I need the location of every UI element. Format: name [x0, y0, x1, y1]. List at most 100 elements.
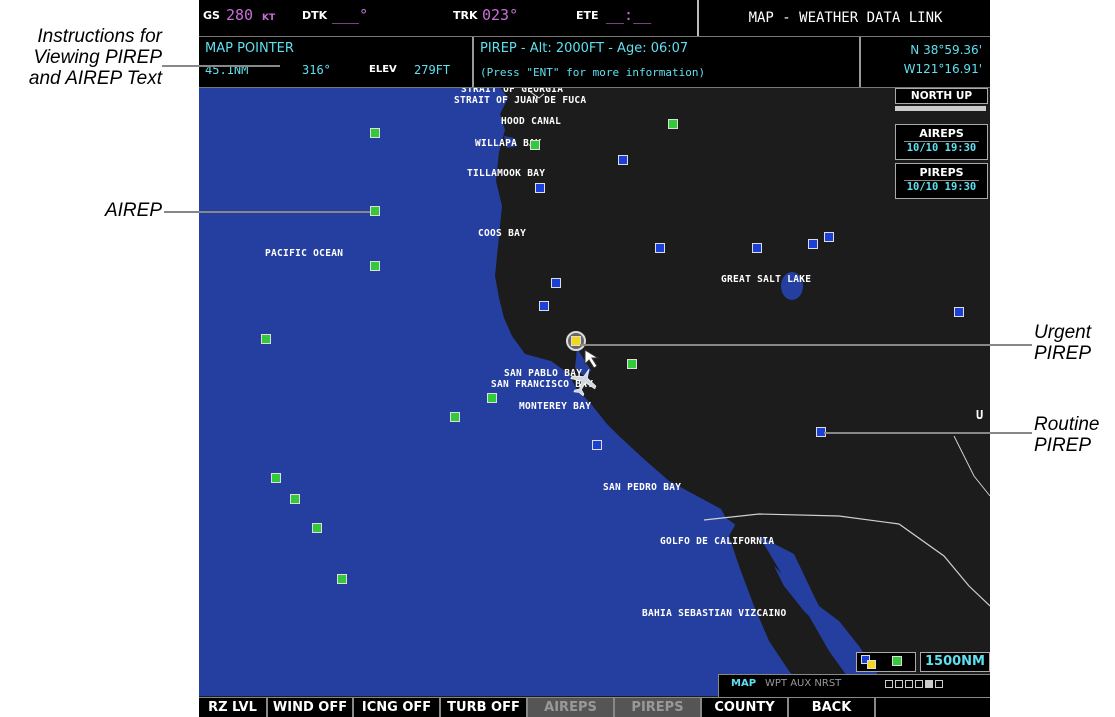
map-pointer-title: MAP POINTER [205, 41, 294, 56]
dtk-value: ___° [332, 6, 369, 24]
elev-label: ELEV [369, 64, 397, 75]
callout-routine-pirep: Routine PIREP [1034, 414, 1100, 456]
orientation-indicator: NORTH UP [895, 88, 988, 104]
map-range[interactable]: 1500NM [920, 652, 990, 672]
pirep-info-cell: PIREP - Alt: 2000FT - Age: 06:07 (Press … [474, 37, 861, 87]
softkey-county[interactable]: COUNTY [702, 698, 789, 717]
pireps-panel: PIREPS 10/10 19:30 [895, 163, 988, 199]
map-label-golfo-california: GOLFO DE CALIFORNIA [660, 536, 775, 547]
softkey-icing[interactable]: ICNG OFF [354, 698, 441, 717]
callout-urgent-line1: Urgent [1034, 322, 1092, 343]
callout-urgent-pirep: Urgent PIREP [1034, 322, 1091, 364]
callout-line-instructions [162, 65, 280, 67]
softkey-back[interactable]: BACK [789, 698, 876, 717]
airep-symbol[interactable] [290, 494, 300, 504]
softkey-pireps[interactable]: PIREPS [615, 698, 702, 717]
routine-pirep-symbol[interactable] [592, 440, 602, 450]
mfd-display: STRAIT OF GEORGIA STRAIT OF JUAN DE FUCA… [199, 0, 990, 717]
pirep-instructions: (Press "ENT" for more information) [480, 66, 706, 79]
dtk-label: DTK [302, 9, 328, 22]
map-label-hood-canal: HOOD CANAL [501, 116, 562, 127]
pireps-panel-time: 10/10 19:30 [904, 180, 979, 193]
aireps-panel: AIREPS 10/10 19:30 [895, 124, 988, 160]
routine-pirep-symbol[interactable] [954, 307, 964, 317]
map-pointer-cell: MAP POINTER 45.1NM 316° ELEV 279FT [199, 37, 474, 87]
airep-symbol[interactable] [370, 261, 380, 271]
aireps-panel-label: AIREPS [919, 127, 964, 140]
softkey-rz-lvl[interactable]: RZ LVL [199, 698, 268, 717]
callout-instructions-line1: Instructions for [37, 26, 162, 47]
map-pointer-info-bar: MAP POINTER 45.1NM 316° ELEV 279FT PIREP… [199, 36, 990, 88]
softkey-bar: RZ LVL WIND OFF ICNG OFF TURB OFF AIREPS… [199, 697, 990, 717]
map-label-edge: U [976, 408, 984, 422]
ete-value: __:__ [606, 6, 652, 24]
aireps-panel-time: 10/10 19:30 [904, 141, 979, 154]
map-label-bahia-sebastian: BAHIA SEBASTIAN VIZCAINO [642, 608, 787, 619]
callout-line-routine [824, 432, 1032, 434]
pointer-longitude: W121°16.91' [903, 62, 982, 76]
aircraft-icon [570, 368, 597, 396]
airep-symbol[interactable] [627, 359, 637, 369]
pointer-latitude: N 38°59.36' [910, 43, 982, 57]
orientation-bar [895, 106, 986, 111]
map-label-san-pedro-bay: SAN PEDRO BAY [603, 482, 682, 493]
legend-green-symbol [892, 656, 902, 666]
airep-symbol[interactable] [530, 140, 540, 150]
airep-symbol[interactable] [370, 128, 380, 138]
page-group-others: WPT AUX NRST [765, 678, 842, 689]
ete-label: ETE [576, 9, 599, 22]
routine-pirep-symbol[interactable] [655, 243, 665, 253]
routine-pirep-symbol[interactable] [808, 239, 818, 249]
callout-airep: AIREP [104, 200, 162, 221]
page-group-current: MAP [731, 678, 757, 689]
airep-symbol[interactable] [312, 523, 322, 533]
routine-pirep-symbol[interactable] [535, 183, 545, 193]
routine-pirep-symbol[interactable] [752, 243, 762, 253]
routine-pirep-symbol[interactable] [551, 278, 561, 288]
callout-line-urgent [580, 344, 1032, 346]
navigation-data-bar: GS 280 KT DTK ___° TRK 023° ETE __:__ MA… [199, 0, 990, 36]
map-label-great-salt-lake: GREAT SALT LAKE [721, 274, 812, 285]
page-dots [885, 680, 943, 688]
callout-routine-line2: PIREP [1034, 435, 1092, 456]
airep-symbol[interactable] [487, 393, 497, 403]
callout-instructions-line3: and AIREP Text [28, 68, 162, 89]
routine-pirep-symbol[interactable] [539, 301, 549, 311]
routine-pirep-symbol[interactable] [618, 155, 628, 165]
page-group-indicator: MAP WPT AUX NRST [718, 674, 990, 697]
softkey-blank[interactable] [876, 698, 990, 717]
airep-symbol[interactable] [450, 412, 460, 422]
pointer-position-cell: N 38°59.36' W121°16.91' [861, 37, 990, 87]
callout-routine-line1: Routine [1034, 414, 1100, 435]
map-label-monterey-bay: MONTEREY BAY [519, 401, 592, 412]
routine-pirep-symbol[interactable] [824, 232, 834, 242]
map-label-strait-fuca: STRAIT OF JUAN DE FUCA [454, 95, 587, 106]
softkey-turbulence[interactable]: TURB OFF [441, 698, 528, 717]
airep-symbol[interactable] [370, 206, 380, 216]
gs-label: GS [203, 9, 220, 22]
callout-line-airep [164, 211, 370, 213]
map-label-pacific-ocean: PACIFIC OCEAN [265, 248, 344, 259]
symbol-legend [856, 652, 916, 672]
airep-symbol[interactable] [271, 473, 281, 483]
softkey-wind[interactable]: WIND OFF [268, 698, 354, 717]
gs-unit: KT [262, 13, 276, 23]
page-title: MAP - WEATHER DATA LINK [697, 0, 990, 36]
gs-value: 280 [226, 6, 254, 24]
weather-map[interactable]: STRAIT OF GEORGIA STRAIT OF JUAN DE FUCA… [199, 84, 990, 697]
elev-value: 279FT [414, 63, 451, 77]
airep-symbol[interactable] [668, 119, 678, 129]
map-pointer-bearing: 316° [302, 63, 331, 77]
callout-instructions-line2: Viewing PIREP [33, 47, 163, 68]
softkey-aireps[interactable]: AIREPS [528, 698, 615, 717]
map-label-tillamook-bay: TILLAMOOK BAY [467, 168, 546, 179]
trk-value: 023° [482, 6, 519, 24]
pireps-panel-label: PIREPS [919, 166, 964, 179]
legend-yellow-symbol [867, 660, 876, 669]
airep-symbol[interactable] [337, 574, 347, 584]
trk-label: TRK [453, 9, 478, 22]
map-label-coos-bay: COOS BAY [478, 228, 527, 239]
pirep-summary: PIREP - Alt: 2000FT - Age: 06:07 [480, 41, 689, 56]
callout-urgent-line2: PIREP [1034, 343, 1092, 364]
airep-symbol[interactable] [261, 334, 271, 344]
